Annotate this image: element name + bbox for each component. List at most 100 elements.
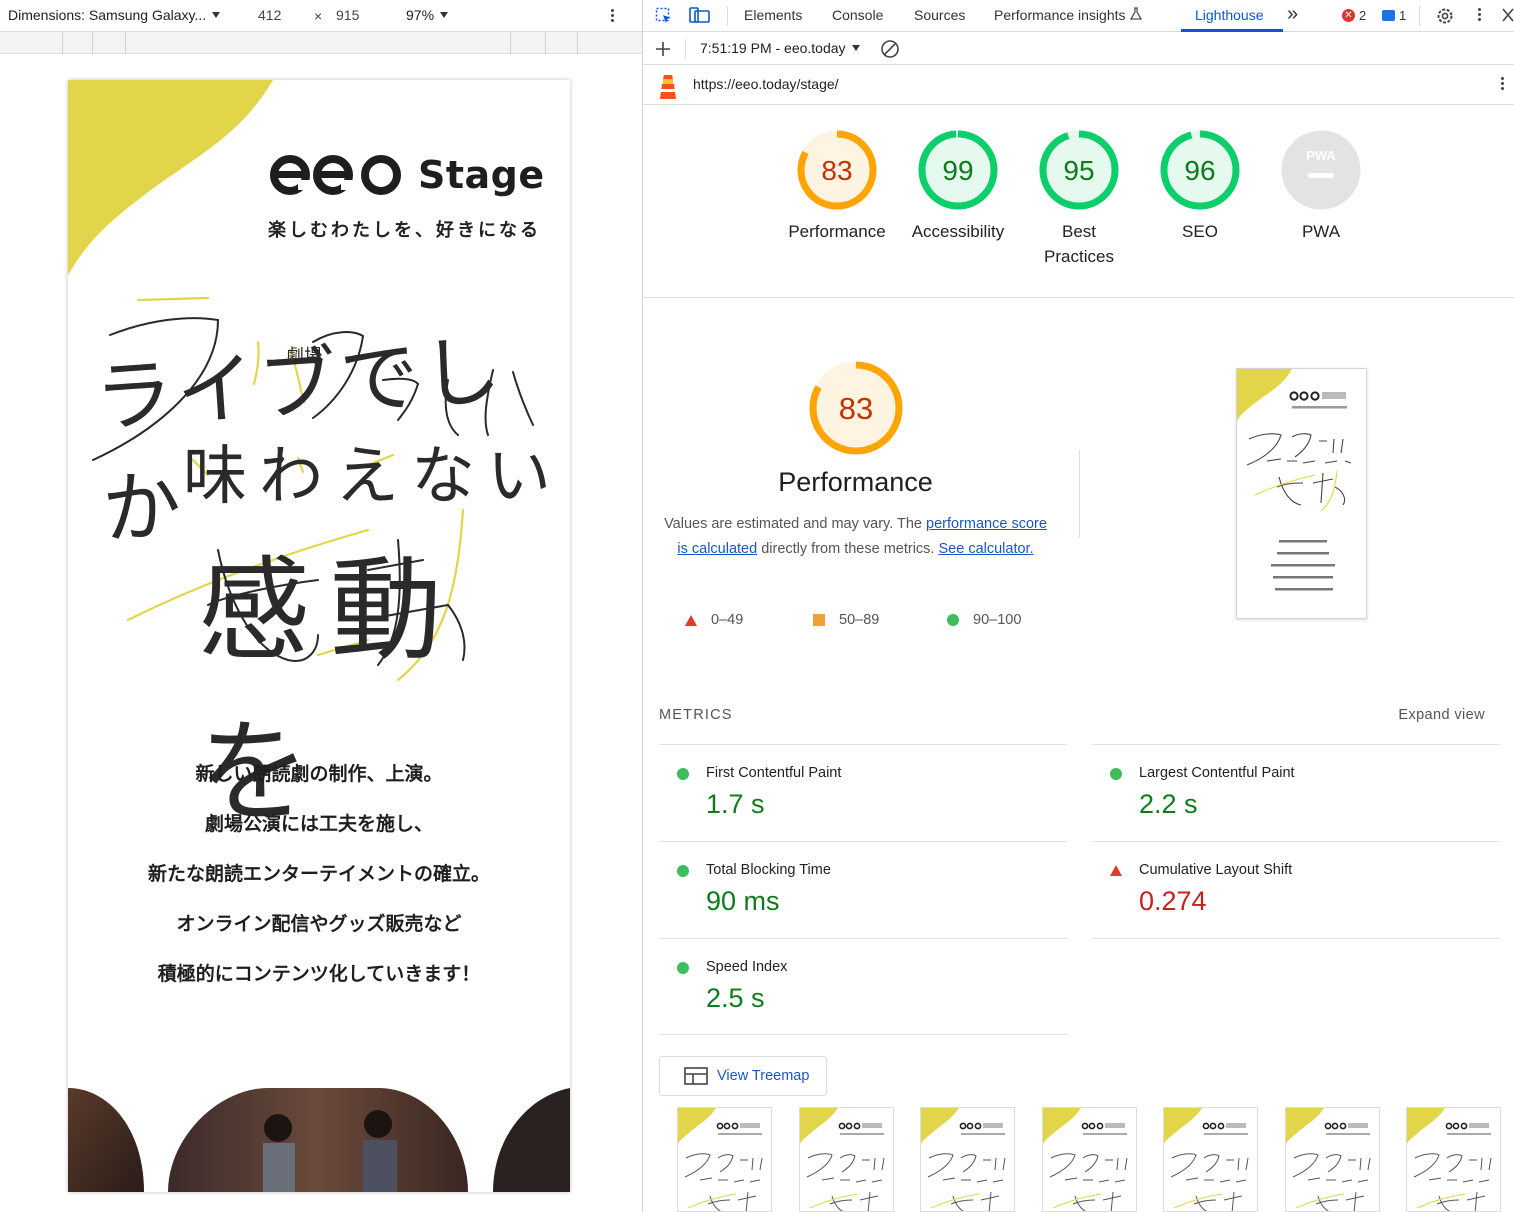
- pwa-badge-text: PWA: [1306, 148, 1336, 163]
- filmstrip-frame[interactable]: [798, 1107, 894, 1212]
- gauge-score: 96: [1184, 155, 1215, 186]
- messages-badge[interactable]: 1: [1382, 8, 1406, 23]
- gauge-seo[interactable]: 96 SEO: [1145, 129, 1255, 244]
- device-toolbar-icon[interactable]: [689, 6, 711, 26]
- times-icon: ×: [314, 8, 323, 24]
- messages-count: 1: [1399, 8, 1407, 23]
- calculator-link[interactable]: See calculator.: [938, 541, 1033, 557]
- expand-view-toggle[interactable]: Expand view: [1398, 707, 1485, 723]
- legend-range: 90–100: [973, 612, 1022, 628]
- gauge-background: [1281, 130, 1361, 210]
- errors-count: 2: [1359, 8, 1367, 23]
- width-input[interactable]: 412: [258, 7, 281, 23]
- settings-gear-icon[interactable]: [1435, 6, 1455, 26]
- legend-average: 50–89: [813, 612, 879, 628]
- new-report-plus-icon[interactable]: [655, 41, 671, 57]
- performance-photos: [68, 1088, 570, 1192]
- tab-sources[interactable]: Sources: [914, 7, 965, 23]
- metric-largest-contentful-paint: Largest Contentful Paint 2.2 s: [1092, 744, 1500, 841]
- chevron-down-icon: [440, 12, 449, 18]
- lighthouse-url-bar: https://eeo.today/stage/: [643, 65, 1514, 105]
- filmstrip-frame[interactable]: [1284, 1107, 1380, 1212]
- legend-range: 50–89: [839, 612, 880, 628]
- filmstrip-frame[interactable]: [677, 1107, 772, 1212]
- filmstrip-frame[interactable]: [920, 1107, 1015, 1212]
- audited-url[interactable]: https://eeo.today/stage/: [693, 76, 839, 92]
- clear-reports-icon[interactable]: [880, 39, 900, 59]
- device-selector[interactable]: Dimensions: Samsung Galaxy...: [8, 7, 221, 23]
- tab-elements[interactable]: Elements: [744, 7, 802, 23]
- chevron-down-icon: [212, 12, 221, 18]
- height-input[interactable]: 915: [336, 7, 359, 23]
- tab-performance-insights[interactable]: Performance insights: [994, 7, 1143, 23]
- average-square-icon: [813, 614, 825, 626]
- fail-triangle-icon: [1110, 865, 1122, 876]
- inspect-element-icon[interactable]: [655, 7, 673, 25]
- gauge-score: 99: [942, 155, 973, 186]
- frame-thumbnail: [799, 1108, 884, 1211]
- metric-name: Largest Contentful Paint: [1139, 765, 1295, 781]
- filmstrip-frame[interactable]: [1041, 1107, 1137, 1212]
- intro-line: 新たな朗読エンターテイメントの確立。: [147, 864, 490, 885]
- gauge-best-practices[interactable]: 95 Best Practices: [1024, 129, 1134, 269]
- performance-gauge-large: 83: [809, 361, 902, 455]
- frame-thumbnail: [1285, 1108, 1370, 1211]
- intro-text: 新しい朗読劇の制作、上演。 劇場公演には工夫を施し、 新たな朗読エンターテイメン…: [68, 760, 570, 1010]
- lighthouse-toolbar: 7:51:19 PM - eeo.today: [643, 32, 1514, 65]
- gauge-label: SEO: [1182, 222, 1218, 241]
- intro-line: オンライン配信やグッズ販売など: [176, 914, 462, 935]
- catch-line-1-small: 劇場: [286, 346, 322, 367]
- tab-lighthouse[interactable]: Lighthouse: [1195, 7, 1264, 23]
- gauge-accessibility[interactable]: 99 Accessibility: [903, 129, 1013, 244]
- devtools-panel: Elements Console Sources Performance ins…: [642, 0, 1514, 1212]
- description-text: directly from these metrics.: [757, 541, 939, 557]
- eeo-logo: [270, 155, 401, 195]
- frame-thumbnail: [1042, 1108, 1127, 1211]
- frame-thumbnail: [1164, 1108, 1249, 1211]
- legend-range: 0–49: [711, 612, 744, 628]
- final-screenshot[interactable]: [1236, 368, 1367, 619]
- devtools-menu-icon[interactable]: [1478, 8, 1482, 23]
- pass-circle-icon: [677, 865, 689, 877]
- intro-line: 新しい朗読劇の制作、上演。: [195, 764, 443, 785]
- report-selector[interactable]: 7:51:19 PM - eeo.today: [700, 40, 860, 56]
- gauge-label: PWA: [1301, 222, 1341, 241]
- device-name: Dimensions: Samsung Galaxy...: [8, 7, 207, 23]
- media-query-ruler: [0, 32, 642, 54]
- report-time: 7:51:19 PM - eeo.today: [700, 40, 846, 56]
- not-applicable-dash: [1308, 173, 1334, 178]
- zoom-selector[interactable]: 97%: [406, 7, 449, 23]
- metrics-title: METRICS: [659, 707, 733, 723]
- score-ring: PWA: [1281, 130, 1361, 210]
- close-devtools-icon[interactable]: [1502, 8, 1514, 22]
- treemap-label: View Treemap: [717, 1068, 810, 1084]
- legend-pass: 90–100: [947, 612, 1021, 628]
- filmstrip-frame[interactable]: [1163, 1107, 1258, 1212]
- metric-name: Total Blocking Time: [706, 862, 831, 878]
- metric-divider: [1092, 938, 1500, 939]
- view-treemap-button[interactable]: View Treemap: [659, 1056, 827, 1096]
- gauge-label: Performance: [788, 222, 886, 241]
- gauge-score: 95: [1063, 155, 1094, 186]
- gauge-performance[interactable]: 83 Performance: [782, 129, 892, 244]
- fail-triangle-icon: [685, 614, 697, 626]
- gauge-pwa[interactable]: PWA PWA: [1266, 129, 1376, 244]
- metric-divider: [659, 1034, 1067, 1035]
- frame-thumbnail: [1407, 1108, 1492, 1211]
- metric-value: 2.2 s: [1139, 789, 1198, 819]
- filmstrip-frame[interactable]: [1406, 1107, 1501, 1212]
- metric-name: First Contentful Paint: [706, 765, 842, 781]
- page-thumbnail: [1237, 369, 1352, 591]
- metric-cumulative-layout-shift: Cumulative Layout Shift 0.274: [1092, 841, 1500, 938]
- more-tabs-icon[interactable]: »: [1287, 3, 1298, 26]
- report-menu-icon[interactable]: [1501, 77, 1505, 92]
- device-toolbar: Dimensions: Samsung Galaxy... 412 × 915 …: [0, 0, 642, 32]
- errors-badge[interactable]: ✕ 2: [1342, 8, 1366, 23]
- pass-circle-icon: [1110, 768, 1122, 780]
- treemap-icon: [684, 1067, 708, 1085]
- pass-circle-icon: [677, 962, 689, 974]
- tab-console[interactable]: Console: [832, 7, 883, 23]
- metric-value: 0.274: [1139, 886, 1207, 916]
- metric-total-blocking-time: Total Blocking Time 90 ms: [659, 841, 1067, 938]
- more-options-icon[interactable]: [611, 9, 615, 24]
